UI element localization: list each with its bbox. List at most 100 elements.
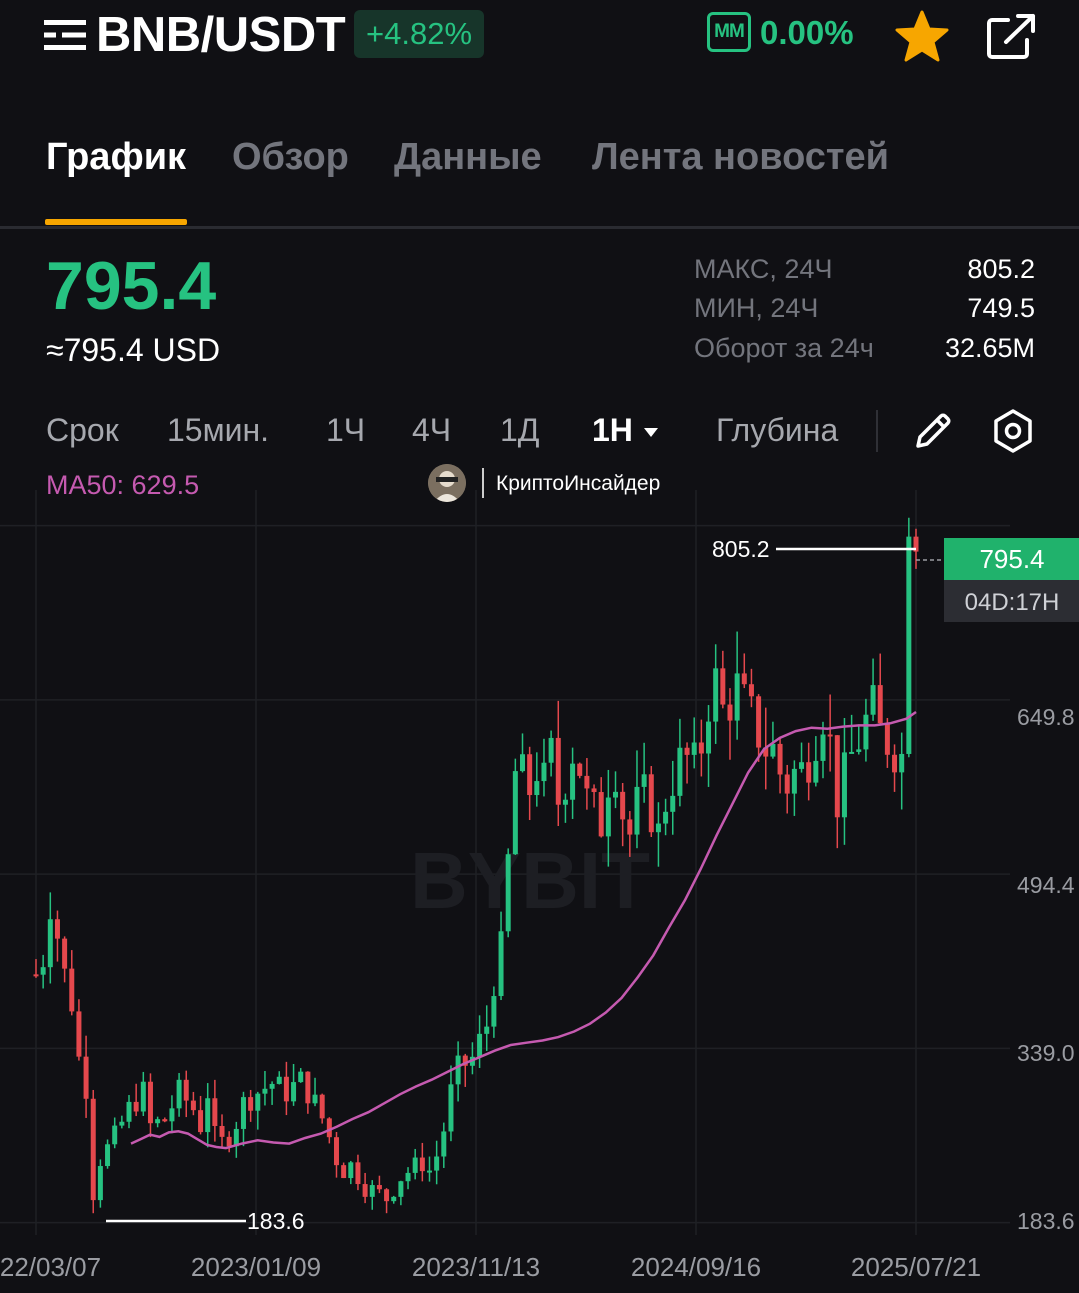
candle-body [305, 1071, 311, 1104]
candle-body [570, 763, 576, 800]
chart-watermark: BYBIT [410, 836, 650, 925]
candle-body [426, 1170, 432, 1173]
candle-body [155, 1119, 161, 1124]
low-marker-label: 183.6 [247, 1208, 305, 1234]
timeframe-1h[interactable]: 1Ч [326, 408, 365, 452]
candle-body [820, 734, 826, 761]
mm-badge[interactable]: MM [707, 12, 751, 52]
candle-body [584, 775, 590, 789]
candle-body [498, 931, 504, 997]
candle-body [906, 536, 912, 754]
candle-body [269, 1083, 275, 1089]
candle-body [877, 685, 883, 724]
stat-label-turnover: Оборот за 24ч [694, 333, 874, 363]
active-tab-indicator [45, 219, 187, 225]
candle-body [212, 1098, 218, 1126]
candle-body [613, 791, 619, 798]
pencil-icon[interactable] [912, 410, 954, 452]
candle-body [33, 974, 39, 977]
y-tick-label: 649.8 [1017, 704, 1075, 730]
candle-body [54, 919, 60, 939]
candle-body [62, 938, 68, 969]
tab-news[interactable]: Лента новостей [592, 134, 889, 180]
stat-label-low: МИН, 24Ч [694, 293, 819, 323]
candle-body [348, 1162, 354, 1179]
settings-icon[interactable] [990, 408, 1036, 454]
share-icon[interactable] [986, 12, 1038, 60]
candle-body [677, 747, 683, 796]
timeframe-15m[interactable]: 15мин. [167, 408, 269, 452]
usd-price: ≈795.4 USD [46, 332, 221, 368]
candle-body [791, 768, 797, 794]
candle-body [283, 1076, 289, 1102]
candle-body [90, 1098, 96, 1201]
candle-body [663, 811, 669, 824]
candle-body [777, 743, 783, 775]
candle-body [219, 1125, 225, 1137]
tab-overview[interactable]: Обзор [232, 134, 349, 180]
tab-chart[interactable]: График [46, 134, 186, 180]
candle-body [641, 774, 647, 787]
stat-value-turnover: 32.65M [944, 333, 1035, 363]
candle-body [391, 1196, 397, 1202]
stat-label-high: МАКС, 24Ч [694, 254, 833, 284]
candle-body [412, 1157, 418, 1173]
candle-body [119, 1121, 125, 1126]
candle-body [527, 754, 533, 796]
candle-body [112, 1125, 118, 1145]
candle-body [520, 754, 526, 772]
candle-body [655, 823, 661, 833]
candle-body [369, 1185, 375, 1197]
candle-body [384, 1189, 390, 1202]
stat-value-high: 805.2 [967, 254, 1035, 284]
candle-body [899, 753, 905, 773]
last-price-tag-label: 795.4 [979, 544, 1044, 574]
candle-body [748, 684, 754, 697]
price-chart[interactable]: BYBIT 805.2 183.6 795.4 04D:17H 649.8 49… [0, 490, 1079, 1293]
depth-chart-button[interactable]: Глубина [716, 408, 838, 452]
candle-body [591, 788, 597, 793]
y-tick-label: 183.6 [1017, 1208, 1075, 1234]
ma50-line [130, 710, 917, 1150]
last-price: 795.4 [46, 248, 217, 324]
candle-body [799, 762, 805, 769]
candle-body [720, 668, 726, 705]
timeframe-4h[interactable]: 4Ч [412, 408, 451, 452]
candle-body [341, 1165, 347, 1179]
candle-body [419, 1157, 425, 1172]
candle-body [598, 792, 604, 837]
candle-body [226, 1136, 232, 1147]
timeframe-1d[interactable]: 1Д [500, 408, 539, 452]
chevron-down-icon[interactable] [644, 428, 658, 437]
candle-body [484, 1026, 490, 1034]
tab-data[interactable]: Данные [394, 134, 542, 180]
candle-body [713, 668, 719, 722]
candle-body [534, 781, 540, 796]
candle-body [670, 795, 676, 812]
mm-rate-value[interactable]: 0.00% [760, 12, 854, 54]
star-icon[interactable] [894, 10, 950, 62]
candle-body [863, 714, 869, 750]
candle-body [398, 1181, 404, 1197]
menu-icon[interactable] [44, 18, 86, 52]
candle-body [190, 1100, 196, 1111]
candle-body [892, 754, 898, 773]
timeframe-1w[interactable]: 1Н [592, 408, 633, 452]
candle-body [870, 685, 876, 715]
candle-body [734, 673, 740, 721]
candle-body [169, 1108, 175, 1122]
tabs-divider [0, 226, 1079, 229]
candle-body [784, 774, 790, 794]
candle-body [198, 1110, 204, 1133]
candle-body [841, 752, 847, 818]
candle-body [448, 1084, 454, 1132]
candle-body [849, 751, 855, 754]
high-marker-label: 805.2 [712, 536, 770, 562]
candle-body [491, 996, 497, 1027]
candle-body [562, 799, 568, 805]
candle-body [291, 1082, 297, 1102]
candle-body [441, 1131, 447, 1157]
trading-pair-title[interactable]: BNB/USDT [96, 6, 346, 64]
candle-body [333, 1137, 339, 1166]
x-tick-label: 2022/03/07 [0, 1252, 101, 1282]
